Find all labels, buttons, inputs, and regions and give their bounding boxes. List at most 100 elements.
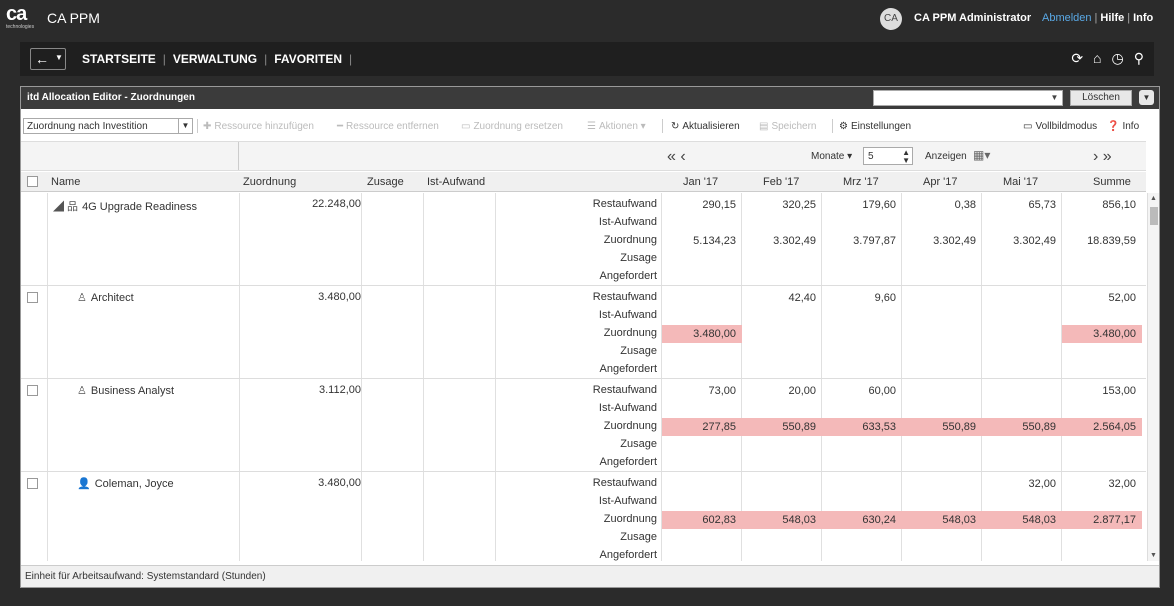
table-row[interactable]: 👤 Coleman, Joyce 3.480,00 Restaufwand Ist-Au… [21, 472, 1146, 561]
allocation-cell[interactable]: 633,53 [822, 418, 902, 436]
col-month-3[interactable]: Mrz '17 [843, 176, 879, 188]
search-icon[interactable]: ⚲ [1134, 50, 1144, 66]
portlet-filter-select[interactable]: ▼ [873, 90, 1063, 106]
remove-resource-button[interactable]: ━ Ressource entfernen [337, 121, 439, 132]
recent-icon[interactable]: ◷ [1112, 50, 1124, 66]
row-name[interactable]: ♙ Business Analyst [77, 384, 174, 397]
nav-startseite[interactable]: STARTSEITE [82, 52, 156, 66]
nav-icons: ⟳ ⌂ ◷ ⚲ [1061, 50, 1144, 67]
allocation-cell[interactable]: 18.839,59 [1062, 232, 1142, 250]
page-forward-icon[interactable]: › » [1093, 148, 1112, 166]
remaining-cell [822, 475, 902, 493]
metric-label: Zusage [620, 252, 657, 264]
col-name[interactable]: Name [51, 176, 80, 188]
page-back-icon[interactable]: « ‹ [667, 148, 686, 166]
col-month-2[interactable]: Feb '17 [763, 176, 799, 188]
remaining-cell [902, 475, 982, 493]
row-name[interactable]: ♙ Architect [77, 291, 134, 304]
gear-icon: ⚙ [839, 121, 848, 132]
nav-verwaltung[interactable]: VERWALTUNG [173, 52, 257, 66]
allocation-cell[interactable]: 550,89 [742, 418, 822, 436]
col-month-1[interactable]: Jan '17 [683, 176, 718, 188]
nav-favoriten[interactable]: FAVORITEN [274, 52, 342, 66]
delete-button[interactable]: Löschen [1070, 90, 1132, 106]
table-row[interactable]: ♙ Business Analyst 3.112,00 Restaufwand Ist-… [21, 379, 1146, 472]
allocation-cell[interactable]: 548,03 [982, 511, 1062, 529]
allocation-cell[interactable]: 550,89 [982, 418, 1062, 436]
toolbar-divider [662, 119, 663, 133]
row-name[interactable]: 👤 Coleman, Joyce [77, 477, 174, 490]
allocation-cell[interactable]: 3.480,00 [1062, 325, 1142, 343]
refresh-button[interactable]: ↻ Aktualisieren [671, 121, 740, 132]
allocation-cell[interactable]: 550,89 [902, 418, 982, 436]
save-button[interactable]: ▤ Speichern [759, 121, 816, 132]
allocation-cell[interactable]: 3.302,49 [902, 232, 982, 250]
allocation-cell[interactable]: 630,24 [822, 511, 902, 529]
show-button[interactable]: Anzeigen [925, 151, 967, 162]
metric-label: Ist-Aufwand [598, 309, 657, 321]
col-commitment[interactable]: Zusage [367, 176, 404, 188]
chevron-down-icon: ▼ [1050, 93, 1059, 102]
vertical-scrollbar[interactable]: ▲ ▼ [1147, 193, 1159, 561]
col-total[interactable]: Summe [1093, 176, 1131, 188]
row-name[interactable]: ◢ 品 4G Upgrade Readiness [53, 198, 197, 214]
allocation-cell[interactable] [822, 325, 902, 343]
info-button[interactable]: ❓ Info [1107, 121, 1139, 132]
actions-menu[interactable]: ☰ Aktionen ▾ [587, 121, 646, 132]
home-icon[interactable]: ⌂ [1093, 50, 1101, 66]
spinner-icon[interactable]: ▲ ▼ [902, 149, 910, 165]
role-icon: ♙ [77, 385, 87, 397]
allocation-cell[interactable]: 3.480,00 [662, 325, 742, 343]
portlet-header: itd Allocation Editor - Zuordnungen ▼ Lö… [21, 87, 1159, 109]
allocation-cell[interactable]: 3.302,49 [982, 232, 1062, 250]
metric-label: Ist-Aufwand [598, 402, 657, 414]
col-allocation[interactable]: Zuordnung [243, 176, 296, 188]
allocation-cell[interactable] [902, 325, 982, 343]
view-select-value: Zuordnung nach Investition [27, 121, 148, 132]
allocation-cell[interactable]: 548,03 [902, 511, 982, 529]
metric-label: Zuordnung [603, 420, 657, 432]
monitor-icon: ▭ [1023, 121, 1033, 132]
row-checkbox[interactable] [27, 385, 38, 399]
select-all-checkbox[interactable] [27, 176, 38, 190]
scroll-down-icon[interactable]: ▼ [1150, 552, 1157, 559]
allocation-cell[interactable]: 277,85 [662, 418, 742, 436]
metric-label: Zuordnung [603, 327, 657, 339]
allocation-cell[interactable]: 548,03 [742, 511, 822, 529]
allocation-cell[interactable]: 602,83 [662, 511, 742, 529]
allocation-cell[interactable]: 2.564,05 [1062, 418, 1142, 436]
help-link[interactable]: Hilfe [1100, 12, 1124, 24]
metric-label: Restaufwand [592, 291, 657, 303]
back-button[interactable]: ← ▼ [30, 48, 66, 70]
allocation-cell[interactable]: 5.134,23 [662, 232, 742, 250]
allocation-cell[interactable]: 2.877,17 [1062, 511, 1142, 529]
scroll-thumb[interactable] [1150, 207, 1158, 225]
collapse-icon[interactable]: ▼ [1139, 90, 1154, 105]
ca-logo[interactable]: ca technologies [6, 4, 38, 34]
remaining-cell: 290,15 [702, 199, 736, 211]
scroll-up-icon[interactable]: ▲ [1150, 195, 1157, 202]
info-link[interactable]: Info [1133, 12, 1153, 24]
view-select[interactable]: Zuordnung nach Investition ▼ [23, 118, 193, 134]
period-count-input[interactable]: 5 ▲ ▼ [863, 147, 913, 165]
col-month-4[interactable]: Apr '17 [923, 176, 958, 188]
allocation-cell[interactable] [742, 325, 822, 343]
row-checkbox[interactable] [27, 478, 38, 492]
table-row[interactable]: ◢ 品 4G Upgrade Readiness 22.248,00 Restaufw… [21, 193, 1146, 286]
refresh-icon[interactable]: ⟳ [1071, 50, 1083, 66]
settings-button[interactable]: ⚙ Einstellungen [839, 121, 911, 132]
fullscreen-button[interactable]: ▭ Vollbildmodus [1023, 121, 1097, 132]
row-checkbox[interactable] [27, 292, 38, 306]
timescale-unit[interactable]: Monate ▾ [811, 151, 852, 162]
add-resource-button[interactable]: ✚ Ressource hinzufügen [203, 121, 314, 132]
logout-link[interactable]: Abmelden [1042, 12, 1092, 24]
avatar[interactable]: CA [880, 8, 902, 30]
col-actual[interactable]: Ist-Aufwand [427, 176, 485, 188]
allocation-cell[interactable] [982, 325, 1062, 343]
allocation-cell[interactable]: 3.302,49 [742, 232, 822, 250]
replace-allocation-button[interactable]: ▭ Zuordnung ersetzen [461, 121, 563, 132]
col-month-5[interactable]: Mai '17 [1003, 176, 1038, 188]
table-row[interactable]: ♙ Architect 3.480,00 Restaufwand Ist-Aufwand… [21, 286, 1146, 379]
calendar-icon[interactable]: ▦▾ [973, 148, 990, 162]
allocation-cell[interactable]: 3.797,87 [822, 232, 902, 250]
